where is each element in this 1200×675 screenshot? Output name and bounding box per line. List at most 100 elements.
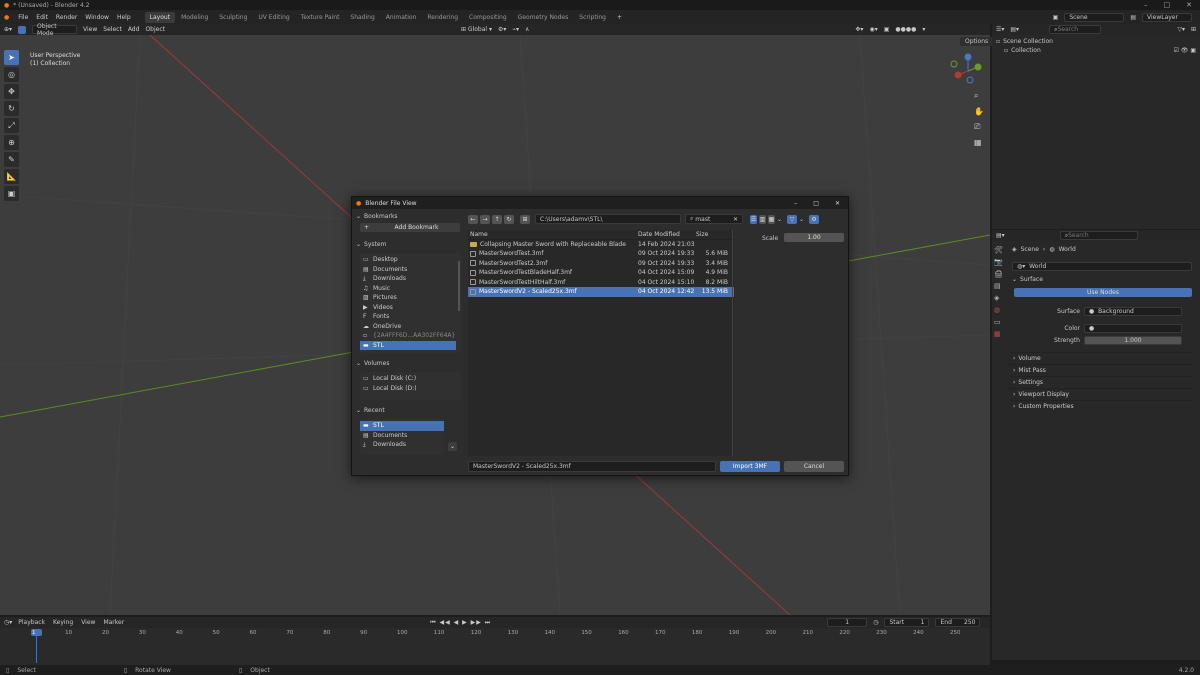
perspective-grid-icon[interactable]: ▦: [974, 138, 984, 147]
column-name-header[interactable]: Name: [468, 231, 638, 238]
add-cube-tool-icon[interactable]: ▣: [4, 186, 19, 201]
import-3mf-button[interactable]: Import 3MF: [720, 461, 780, 472]
tab-compositing[interactable]: Compositing: [464, 12, 512, 23]
column-date-header[interactable]: Date Modified: [638, 231, 696, 238]
surface-panel-header[interactable]: ⌄ Surface: [1012, 276, 1043, 283]
horizontal-list-icon[interactable]: ▥: [759, 214, 766, 224]
recent-item-3[interactable]: ⤓ Downloads: [360, 440, 444, 450]
select-box-icon[interactable]: [18, 25, 27, 34]
filter-toggle-icon[interactable]: ▽: [787, 214, 798, 224]
filename-input[interactable]: MasterSwordV2 - Scaled25x.3mf: [468, 461, 716, 472]
start-frame-field[interactable]: Start 1: [884, 618, 930, 627]
minimize-icon[interactable]: –: [1144, 1, 1148, 9]
gizmo-icon[interactable]: ✥▾: [855, 26, 863, 33]
file-row[interactable]: MasterSwordTestBladeHalf.3mf 04 Oct 2024 …: [468, 268, 734, 278]
navigation-gizmo[interactable]: [944, 49, 984, 89]
parent-directory-icon[interactable]: ↑: [492, 214, 502, 224]
menu-help[interactable]: Help: [113, 14, 135, 21]
pivot-icon[interactable]: ⚙▾: [498, 26, 506, 33]
system-header[interactable]: ⌄ System: [356, 240, 462, 249]
tab-shading[interactable]: Shading: [345, 12, 379, 23]
mode-selector[interactable]: Object Mode: [32, 23, 78, 37]
cancel-button[interactable]: Cancel: [784, 461, 844, 472]
cursor-tool-icon[interactable]: ◎: [4, 67, 19, 82]
surface-shader-field[interactable]: ● Background: [1084, 307, 1182, 316]
timeline-menu-view[interactable]: View: [81, 619, 95, 626]
system-list-scrollbar[interactable]: [458, 261, 460, 311]
clock-icon[interactable]: ◷: [873, 619, 878, 626]
scene-collection-row[interactable]: ▫ Scene Collection: [996, 37, 1196, 46]
view-layer-selector[interactable]: ViewLayer: [1142, 12, 1192, 22]
zoom-icon[interactable]: ⌕: [974, 91, 984, 101]
world-selector[interactable]: ◍▾ World: [1012, 262, 1192, 271]
object-menu[interactable]: Object: [145, 26, 165, 33]
timeline-menu-keying[interactable]: Keying: [53, 619, 73, 626]
annotate-tool-icon[interactable]: ✎: [4, 152, 19, 167]
recent-item-1[interactable]: ▬ STL: [360, 421, 444, 431]
strength-field[interactable]: 1.000: [1084, 336, 1182, 345]
column-size-header[interactable]: Size: [696, 231, 728, 238]
tool-tab-icon[interactable]: 🛠: [994, 246, 1003, 254]
system-item-2[interactable]: ▤ Documents: [360, 265, 456, 275]
display-settings-icon[interactable]: ⌄: [777, 216, 782, 223]
outliner-filter-icon[interactable]: ▽▾: [1177, 26, 1185, 33]
maximize-icon[interactable]: □: [1164, 1, 1171, 9]
file-row[interactable]: MasterSwordTest.3mf 09 Oct 2024 19:33 5.6 …: [468, 249, 734, 259]
shading-solid-icon[interactable]: ●●●●: [895, 26, 916, 33]
tab-uv-editing[interactable]: UV Editing: [253, 12, 294, 23]
back-arrow-icon[interactable]: ←: [468, 214, 478, 224]
properties-editor-icon[interactable]: ▤▾: [996, 232, 1005, 239]
rotate-tool-icon[interactable]: ↻: [4, 101, 19, 116]
proportional-icon[interactable]: ∧: [525, 26, 529, 33]
tab-geometry-nodes[interactable]: Geometry Nodes: [513, 12, 574, 23]
texture-tab-icon[interactable]: ▦: [994, 330, 1003, 338]
recent-header[interactable]: ⌄ Recent: [356, 406, 462, 415]
scene-tab-icon[interactable]: ◈: [994, 294, 1003, 302]
outliner-editor-icon[interactable]: ☰▾: [996, 26, 1004, 33]
visibility-toggles-icon[interactable]: ☑ 👁 ▣: [1174, 46, 1196, 55]
menu-window[interactable]: Window: [81, 14, 113, 21]
system-item-3[interactable]: ⤓ Downloads: [360, 274, 456, 284]
output-tab-icon[interactable]: 🖨: [994, 270, 1003, 278]
menu-file[interactable]: File: [14, 14, 32, 21]
close-icon[interactable]: ✕: [1186, 1, 1192, 9]
playback-controls[interactable]: ⏮ ◀◀ ◀ ▶ ▶▶ ⏭: [430, 619, 491, 627]
system-item-6[interactable]: ▶ Videos: [360, 303, 456, 313]
file-row[interactable]: MasterSwordV2 - Scaled25x.3mf 04 Oct 2024…: [468, 287, 734, 297]
measure-tool-icon[interactable]: 📐: [4, 169, 19, 184]
filter-search-input[interactable]: ⌕ mast ✕: [685, 214, 743, 224]
thumbnails-icon[interactable]: ▦: [768, 214, 775, 224]
use-nodes-button[interactable]: Use Nodes: [1014, 288, 1192, 297]
collection-tab-icon[interactable]: ▭: [994, 318, 1003, 326]
scene-selector[interactable]: Scene: [1064, 12, 1125, 22]
current-frame-field[interactable]: 1: [827, 618, 868, 627]
select-cursor-icon[interactable]: ➤: [4, 50, 19, 65]
system-item-1[interactable]: ▭ Desktop: [360, 255, 456, 265]
new-collection-icon[interactable]: ⊞: [1191, 26, 1200, 33]
color-field[interactable]: ●: [1084, 324, 1182, 333]
panel-volume[interactable]: › Volume: [1010, 352, 1194, 364]
add-menu[interactable]: Add: [128, 26, 140, 33]
file-row[interactable]: MasterSwordTestHiltHalf.3mf 04 Oct 2024 1…: [468, 278, 734, 288]
outliner-search-input[interactable]: ⌕ Search: [1049, 25, 1102, 34]
system-item-4[interactable]: ♫ Music: [360, 284, 456, 294]
tab-rendering[interactable]: Rendering: [422, 12, 463, 23]
tab-layout[interactable]: Layout: [144, 11, 176, 23]
transform-tool-icon[interactable]: ⊕: [4, 135, 19, 150]
editor-type-icon[interactable]: ⊕▾: [4, 26, 12, 33]
snap-icon[interactable]: ⌁▾: [512, 26, 519, 33]
folder-row[interactable]: Collapsing Master Sword with Replaceable…: [468, 240, 734, 250]
vertical-list-icon[interactable]: ☰: [750, 214, 757, 224]
system-item-5[interactable]: ▨ Pictures: [360, 293, 456, 303]
new-folder-icon[interactable]: ⊞: [520, 214, 530, 224]
volumes-header[interactable]: ⌄ Volumes: [356, 359, 462, 368]
system-item-8[interactable]: ☁ OneDrive: [360, 322, 456, 332]
overlay-icon[interactable]: ◉▾: [869, 26, 877, 33]
menu-render[interactable]: Render: [52, 14, 81, 21]
tab-texture-paint[interactable]: Texture Paint: [296, 12, 345, 23]
xray-icon[interactable]: ▣: [884, 26, 890, 33]
tab-sculpting[interactable]: Sculpting: [214, 12, 252, 23]
end-frame-field[interactable]: End 250: [935, 618, 981, 627]
options-button[interactable]: Options: [960, 37, 994, 46]
panel-viewport-display[interactable]: › Viewport Display: [1010, 388, 1194, 400]
